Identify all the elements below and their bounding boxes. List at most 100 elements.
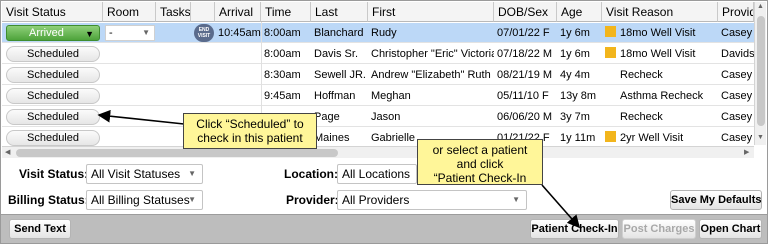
col-header-visit-reason[interactable]: Visit Reason [602, 2, 718, 22]
visit-reason-cell: 18mo Well Visit [602, 44, 718, 64]
visit-reason-cell: Asthma Recheck [620, 90, 704, 102]
send-text-button[interactable]: Send Text [9, 219, 71, 239]
col-header-dob-sex[interactable]: DOB/Sex [494, 2, 557, 22]
first-name-cell: Meghan [371, 90, 411, 102]
scroll-up-icon[interactable]: ▲ [757, 3, 764, 10]
age-cell: 1y 6m [560, 48, 590, 60]
visit-table: Visit Status Room Tasks Arrival Time Las… [2, 2, 754, 146]
scroll-left-icon[interactable]: ◀ [5, 148, 10, 156]
billing-status-filter[interactable]: All Billing Statuses ▼ [86, 190, 203, 210]
age-cell: 1y 6m [560, 27, 590, 39]
col-header-time[interactable]: Time [261, 2, 311, 22]
scheduled-button[interactable]: Scheduled [6, 46, 100, 62]
callout-checkin-line-1: or select a patient [432, 143, 528, 157]
patient-checkin-button[interactable]: Patient Check-In [530, 219, 619, 239]
flag-icon [605, 131, 616, 142]
col-header-visit-status[interactable]: Visit Status [2, 2, 103, 22]
callout-scheduled-line-1: Click “Scheduled” to [196, 117, 304, 131]
provider-cell: Casey [721, 111, 753, 123]
location-filter-label: Location: [284, 167, 338, 181]
chevron-down-icon: ▼ [188, 195, 196, 204]
provider-cell: Casey [721, 27, 753, 39]
col-header-first[interactable]: First [368, 2, 494, 22]
dob-sex-cell: 08/21/19 M [497, 69, 553, 81]
visit-reason-text: 2yr Well Visit [620, 132, 684, 144]
col-header-provider[interactable]: Provider [718, 2, 754, 22]
end-visit-label: END VISIT [197, 27, 211, 39]
chevron-down-icon: ▼ [142, 28, 150, 37]
time-cell: 9:45am [264, 90, 301, 102]
visit-status-filter-value: All Visit Statuses [91, 167, 181, 181]
provider-cell: Casey [721, 132, 753, 144]
room-value: - [109, 27, 113, 39]
col-header-tasks[interactable]: Tasks [156, 2, 191, 22]
col-header-last[interactable]: Last [311, 2, 368, 22]
provider-cell: Casey [721, 90, 753, 102]
provider-filter[interactable]: All Providers ▼ [337, 190, 527, 210]
room-dropdown[interactable]: - ▼ [105, 25, 155, 41]
last-name-cell: Sewell JR. [314, 69, 366, 81]
provider-cell: Davids [721, 48, 754, 60]
scheduled-button[interactable]: Scheduled [6, 67, 100, 83]
time-cell: 8:30am [264, 69, 301, 81]
last-name-cell: Page [314, 111, 340, 123]
last-name-cell: Hoffman [314, 90, 356, 102]
dob-sex-cell: 06/06/20 M [497, 111, 553, 123]
table-row[interactable]: Scheduled 8:30am Sewell JR. Andrew "Eliz… [2, 65, 754, 85]
flag-icon [605, 26, 616, 37]
table-row[interactable]: Scheduled 8:00am Davis Sr. Christopher "… [2, 44, 754, 64]
table-row[interactable]: Scheduled Maines Gabrielle 01/21/22 F 1y… [2, 128, 754, 146]
age-cell: 13y 8m [560, 90, 597, 102]
provider-filter-value: All Providers [342, 193, 410, 207]
scheduled-button[interactable]: Scheduled [6, 88, 100, 104]
age-cell: 4y 4m [560, 69, 590, 81]
callout-checkin: or select a patient and click “Patient C… [417, 139, 543, 185]
age-cell: 3y 7m [560, 111, 590, 123]
scheduled-button[interactable]: Scheduled [6, 109, 100, 125]
first-name-cell: Christopher "Eric" Victoria [371, 48, 494, 60]
patient-flow-window: Visit Status Room Tasks Arrival Time Las… [0, 0, 768, 244]
billing-status-filter-label: Billing Status: [8, 193, 89, 207]
scheduled-button[interactable]: Scheduled [6, 130, 100, 146]
dob-sex-cell: 05/11/10 F [497, 90, 549, 102]
visit-status-filter-label: Visit Status: [19, 167, 89, 181]
callout-scheduled: Click “Scheduled” to check in this patie… [183, 113, 317, 149]
scroll-thumb[interactable] [16, 149, 338, 157]
visit-reason-text: 18mo Well Visit [620, 27, 696, 39]
last-name-cell: Maines [314, 132, 350, 144]
first-name-cell: Rudy [371, 27, 397, 39]
visit-status-dropdown[interactable]: Arrived ▼ [6, 25, 100, 41]
table-row[interactable]: Arrived ▼ - ▼ END VISIT 10:45am 8:00am B… [2, 23, 754, 43]
table-row[interactable]: Scheduled 9:45am Hoffman Meghan 05/11/10… [2, 86, 754, 106]
col-header-room[interactable]: Room [103, 2, 156, 22]
open-chart-button[interactable]: Open Chart [699, 219, 762, 239]
end-visit-icon[interactable]: END VISIT [194, 24, 214, 42]
location-filter-value: All Locations [342, 167, 411, 181]
last-name-cell: Blanchard [314, 27, 364, 39]
callout-checkin-line-2: and click [456, 157, 504, 171]
flag-icon [605, 47, 616, 58]
location-filter[interactable]: All Locations [337, 164, 417, 184]
chevron-down-icon: ▼ [85, 29, 94, 39]
visit-reason-cell: Recheck [620, 111, 663, 123]
visit-status-filter[interactable]: All Visit Statuses ▼ [86, 164, 203, 184]
col-header-age[interactable]: Age [557, 2, 602, 22]
age-cell: 1y 11m [560, 132, 596, 144]
post-charges-button[interactable]: Post Charges [622, 219, 696, 239]
chevron-down-icon: ▼ [188, 169, 196, 178]
provider-filter-label: Provider: [286, 193, 339, 207]
col-header-arrival[interactable]: Arrival [215, 2, 261, 22]
table-row[interactable]: Scheduled Page Jason 06/06/20 M 3y 7m Re… [2, 107, 754, 127]
scroll-thumb[interactable] [757, 16, 765, 126]
vertical-scrollbar[interactable]: ▲ ▼ [754, 2, 766, 145]
scroll-right-icon[interactable]: ▶ [744, 148, 749, 156]
save-defaults-button[interactable]: Save My Defaults [670, 190, 762, 210]
dob-sex-cell: 07/01/22 F [497, 27, 550, 39]
col-header-end-visit[interactable] [191, 2, 215, 22]
first-name-cell: Jason [371, 111, 401, 123]
billing-status-filter-value: All Billing Statuses [91, 193, 190, 207]
scroll-down-icon[interactable]: ▼ [757, 134, 764, 141]
visit-status-label: Arrived [29, 27, 64, 39]
visit-reason-cell: 18mo Well Visit [602, 23, 718, 43]
horizontal-scrollbar[interactable]: ◀ ▶ [2, 146, 754, 158]
